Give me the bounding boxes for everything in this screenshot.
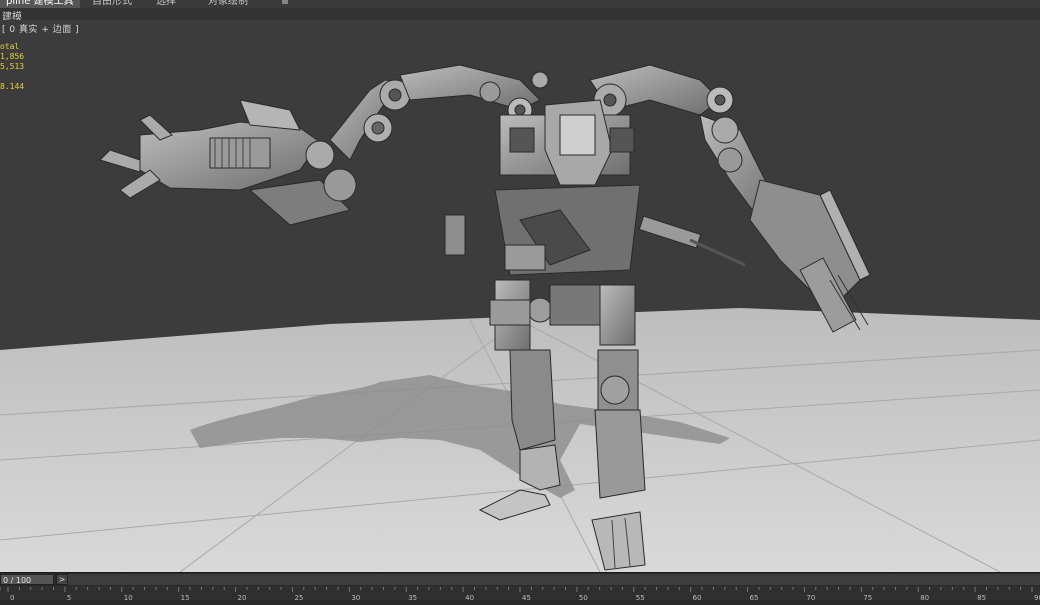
time-slider[interactable]: 0 / 100 >	[0, 572, 1040, 587]
stats-polys: 1,856	[0, 52, 25, 61]
robot-left-arm	[99, 64, 549, 226]
next-frame-button[interactable]: >	[56, 574, 68, 585]
stats-total-label: otal	[0, 42, 20, 51]
tab-freeform[interactable]: 自由形式	[86, 0, 138, 8]
scene-statistics: otal 1,856 5,513 8.144	[0, 42, 24, 92]
viewport-label[interactable]: [ 0 真实 + 边面 ]	[2, 22, 79, 35]
track-bar-ruler[interactable]: 051015202530354045505560657075808590	[0, 586, 1040, 602]
ribbon-panel	[0, 8, 1040, 20]
stats-fps: 8.144	[0, 82, 25, 91]
tab-selection[interactable]: 选择	[150, 0, 182, 8]
viewport-scene	[0, 64, 1040, 572]
perspective-viewport[interactable]: [ 0 真实 + 边面 ] otal 1,856 5,513 8.144	[0, 20, 1040, 572]
robot-torso	[444, 99, 746, 326]
frame-counter[interactable]: 0 / 100	[0, 574, 54, 585]
stats-verts: 5,513	[0, 62, 25, 71]
stats-blank	[0, 72, 24, 82]
ribbon-toggle-icon[interactable]	[282, 0, 288, 4]
tab-modeling-tools[interactable]: pline 建模工具	[0, 0, 80, 8]
tab-object-paint[interactable]: 对象绘制	[202, 0, 254, 8]
ruler-ticks: 051015202530354045505560657075808590	[0, 587, 1040, 602]
time-slider-track[interactable]	[68, 574, 1040, 585]
